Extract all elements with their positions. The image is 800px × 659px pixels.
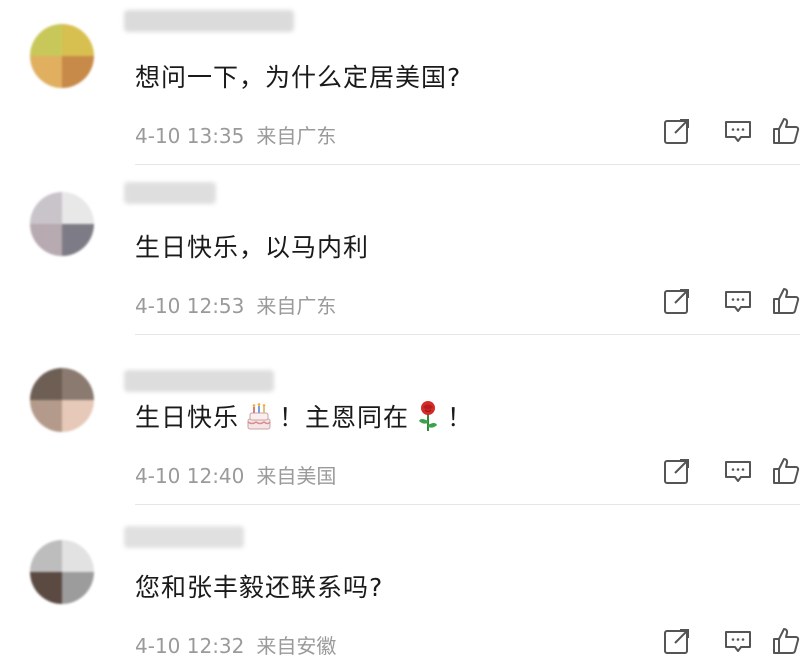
comment-meta: 4-10 12:32 来自安徽 bbox=[135, 630, 336, 659]
birthday-cake-icon bbox=[243, 400, 275, 438]
comment-text: 生日快乐，以马内利 bbox=[135, 233, 370, 262]
comment-list: 想问一下，为什么定居美国? 4-10 13:35 来自广东 生日快乐，以马内利 bbox=[0, 0, 800, 659]
username-blurred[interactable] bbox=[124, 370, 274, 392]
comment-location: 来自广东 bbox=[256, 294, 337, 318]
comment-text: 生日快乐 ！主恩同在 ！ bbox=[135, 398, 473, 439]
comment-item: 您和张丰毅还联系吗? 4-10 12:32 来自安徽 bbox=[0, 510, 800, 659]
comment-icon[interactable] bbox=[723, 116, 753, 146]
share-icon[interactable] bbox=[662, 286, 692, 316]
username-blurred[interactable] bbox=[124, 10, 294, 32]
comment-text: 您和张丰毅还联系吗? bbox=[135, 573, 384, 602]
comment-meta: 4-10 12:53 来自广东 bbox=[135, 290, 336, 319]
share-icon[interactable] bbox=[662, 456, 692, 486]
comment-text-part: ！主恩同在 bbox=[279, 403, 410, 432]
comment-time: 4-10 12:32 bbox=[135, 634, 245, 658]
username-blurred[interactable] bbox=[124, 182, 216, 204]
comment-item: 生日快乐，以马内利 4-10 12:53 来自广东 bbox=[0, 170, 800, 340]
divider bbox=[135, 504, 800, 505]
share-icon[interactable] bbox=[662, 116, 692, 146]
comment-actions bbox=[620, 626, 800, 658]
comment-actions bbox=[620, 286, 800, 318]
comment-actions bbox=[620, 116, 800, 148]
comment-location: 来自美国 bbox=[256, 464, 337, 488]
avatar[interactable] bbox=[30, 540, 94, 604]
username-blurred[interactable] bbox=[124, 526, 244, 548]
comment-location: 来自广东 bbox=[256, 124, 337, 148]
comment-text: 想问一下，为什么定居美国? bbox=[135, 63, 462, 92]
comment-text-part: 生日快乐 bbox=[135, 403, 240, 432]
comment-meta: 4-10 13:35 来自广东 bbox=[135, 120, 336, 149]
thumbs-up-icon[interactable] bbox=[770, 286, 800, 316]
comment-icon[interactable] bbox=[723, 626, 753, 656]
comment-meta: 4-10 12:40 来自美国 bbox=[135, 460, 336, 489]
comment-time: 4-10 12:40 bbox=[135, 464, 245, 488]
thumbs-up-icon[interactable] bbox=[770, 116, 800, 146]
comment-time: 4-10 13:35 bbox=[135, 124, 245, 148]
avatar[interactable] bbox=[30, 192, 94, 256]
comment-item: 想问一下，为什么定居美国? 4-10 13:35 来自广东 bbox=[0, 0, 800, 170]
comment-location: 来自安徽 bbox=[256, 634, 337, 658]
divider bbox=[135, 164, 800, 165]
comment-item: 生日快乐 ！主恩同在 ！ 4-10 12:40 来自美国 bbox=[0, 340, 800, 510]
share-icon[interactable] bbox=[662, 626, 692, 656]
comment-actions bbox=[620, 456, 800, 488]
thumbs-up-icon[interactable] bbox=[770, 626, 800, 656]
comment-text-part: ！ bbox=[447, 403, 474, 432]
thumbs-up-icon[interactable] bbox=[770, 456, 800, 486]
divider bbox=[135, 334, 800, 335]
comment-icon[interactable] bbox=[723, 456, 753, 486]
avatar[interactable] bbox=[30, 24, 94, 88]
avatar[interactable] bbox=[30, 368, 94, 432]
comment-icon[interactable] bbox=[723, 286, 753, 316]
comment-time: 4-10 12:53 bbox=[135, 294, 245, 318]
rose-icon bbox=[413, 399, 443, 439]
